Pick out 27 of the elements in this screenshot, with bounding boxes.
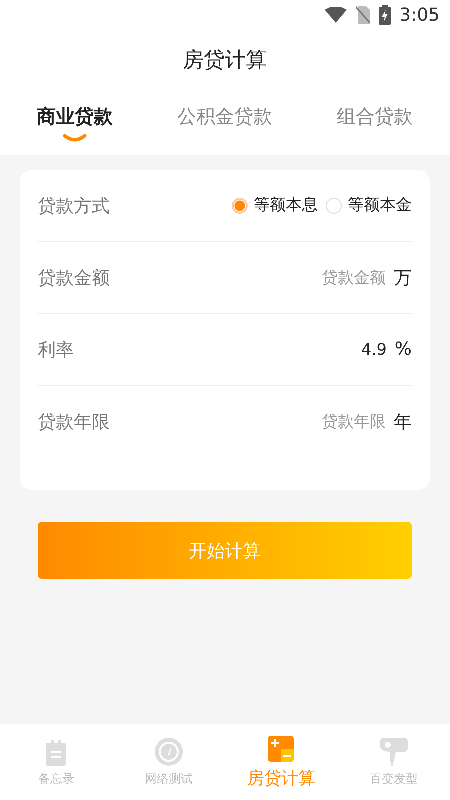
clock-time: 3:05 (400, 4, 440, 26)
field-label: 贷款年限 (38, 410, 110, 434)
radio-option[interactable]: 等额本金 (326, 195, 412, 216)
nav-item[interactable]: 百变发型 (338, 724, 450, 800)
nav-item[interactable]: 备忘录 (0, 724, 112, 800)
loan-tab[interactable]: 公积金贷款 (150, 92, 300, 155)
notepad-icon (46, 740, 66, 766)
battery-icon (378, 5, 391, 25)
nav-item[interactable]: 房贷计算 (225, 724, 338, 800)
nav-item[interactable]: 网络测试 (112, 724, 225, 800)
field-label: 贷款金额 (38, 266, 110, 290)
loan-tab[interactable]: 商业贷款 (0, 92, 150, 155)
gauge-icon (154, 738, 183, 766)
radio-option[interactable]: 等额本息 (232, 195, 318, 216)
plus-minus-icon (268, 736, 294, 762)
no-sim-icon (356, 6, 370, 24)
hair-dryer-icon (380, 738, 408, 766)
unit-label: 万 (394, 266, 412, 290)
field-label: 利率 (38, 338, 74, 362)
unit-label: 年 (394, 410, 412, 434)
field-label: 贷款方式 (38, 194, 110, 218)
unit-label: % (394, 339, 412, 360)
wifi-icon (324, 7, 347, 23)
calculate-button[interactable]: 开始计算 (38, 522, 412, 579)
page-title: 房贷计算 (0, 30, 450, 92)
tab-indicator-icon (63, 134, 87, 142)
loan-tab[interactable]: 组合贷款 (300, 92, 450, 155)
